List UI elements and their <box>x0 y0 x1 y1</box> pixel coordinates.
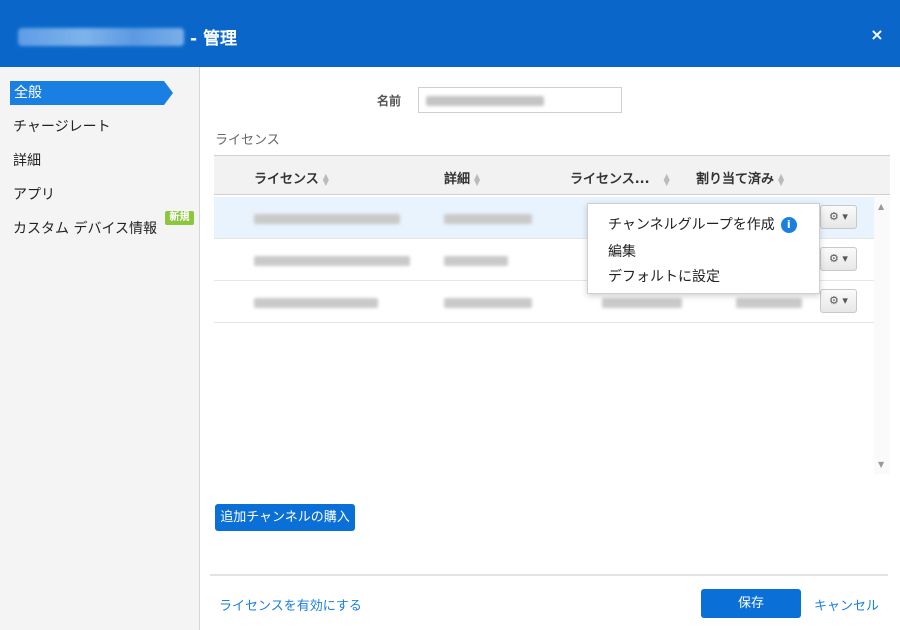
buy-additional-channels-button[interactable]: 追加チャンネルの購入 <box>215 504 355 531</box>
chevron-down-icon: ▾ <box>842 294 848 307</box>
close-icon[interactable]: × <box>866 24 888 46</box>
license-name-redacted <box>254 298 378 308</box>
column-header-assigned[interactable]: 割り当て済み ▲ ▼ <box>696 168 784 187</box>
team-name-redacted <box>18 28 184 46</box>
sidebar-item-charge-rate[interactable]: チャージレート <box>13 115 111 139</box>
new-badge: 新規 <box>165 211 194 225</box>
info-icon[interactable]: i <box>780 217 797 233</box>
chevron-down-icon: ▾ <box>842 252 848 265</box>
name-label: 名前 <box>377 94 402 108</box>
column-header-license[interactable]: ライセンス ▲ ▼ <box>254 168 329 187</box>
column-header-license-count[interactable]: ライセンス... ▲ ▼ <box>570 168 670 187</box>
column-header-details[interactable]: 詳細 ▲ ▼ <box>444 168 480 187</box>
license-count-redacted <box>602 298 682 308</box>
sort-icon: ▲ ▼ <box>663 171 670 187</box>
chevron-down-icon: ▾ <box>842 210 848 223</box>
sort-icon: ▲ ▼ <box>778 171 785 187</box>
gear-icon: ⚙ <box>829 252 839 265</box>
gear-icon: ⚙ <box>829 210 839 223</box>
vertical-scrollbar[interactable]: ▲ ▼ <box>874 196 890 474</box>
menu-item-edit[interactable]: 編集 <box>608 241 636 261</box>
menu-item-label: チャンネルグループを作成 <box>608 217 775 233</box>
column-header-label: ライセンス... <box>570 172 650 187</box>
gear-icon: ⚙ <box>829 294 839 307</box>
column-header-label: ライセンス <box>254 172 319 187</box>
column-header-label: 割り当て済み <box>696 172 775 187</box>
row-actions-button[interactable]: ⚙ ▾ <box>820 247 857 271</box>
row-actions-button[interactable]: ⚙ ▾ <box>820 289 857 313</box>
details-redacted <box>444 256 508 266</box>
sort-icon: ▲ ▼ <box>322 171 329 187</box>
grid-header: ライセンス ▲ ▼ 詳細 ▲ ▼ ライセンス... ▲ ▼ 割り当て済み ▲ ▼ <box>214 156 890 195</box>
assigned-redacted <box>736 298 802 308</box>
column-header-label: 詳細 <box>444 172 471 187</box>
row-context-menu: チャンネルグループを作成 i 編集 デフォルトに設定 <box>587 203 820 294</box>
details-redacted <box>444 298 532 308</box>
sidebar-item-general[interactable]: 全般 <box>10 81 173 105</box>
license-name-redacted <box>254 214 400 224</box>
sidebar-item-custom-device-info[interactable]: カスタム デバイス情報 <box>13 217 157 241</box>
cancel-link[interactable]: キャンセル <box>814 595 879 614</box>
license-name-redacted <box>254 256 410 266</box>
save-button[interactable]: 保存 <box>701 589 801 618</box>
row-actions-button[interactable]: ⚙ ▾ <box>820 205 857 229</box>
license-section-label: ライセンス <box>215 133 280 148</box>
scroll-up-icon[interactable]: ▲ <box>878 202 884 211</box>
title-bar: - 管理 × <box>0 0 900 67</box>
name-value-redacted <box>426 96 544 106</box>
footer-divider <box>210 574 888 576</box>
menu-item-create-channel-group[interactable]: チャンネルグループを作成 i <box>608 214 797 234</box>
dialog-title: - 管理 <box>190 29 237 49</box>
menu-item-set-default[interactable]: デフォルトに設定 <box>608 266 720 286</box>
sidebar-item-apps[interactable]: アプリ <box>13 183 55 207</box>
details-redacted <box>444 214 532 224</box>
activate-license-link[interactable]: ライセンスを有効にする <box>219 595 362 614</box>
name-input[interactable] <box>418 87 622 113</box>
sidebar-item-details[interactable]: 詳細 <box>13 149 41 173</box>
sort-icon: ▲ ▼ <box>474 171 481 187</box>
scroll-down-icon[interactable]: ▼ <box>878 460 884 469</box>
